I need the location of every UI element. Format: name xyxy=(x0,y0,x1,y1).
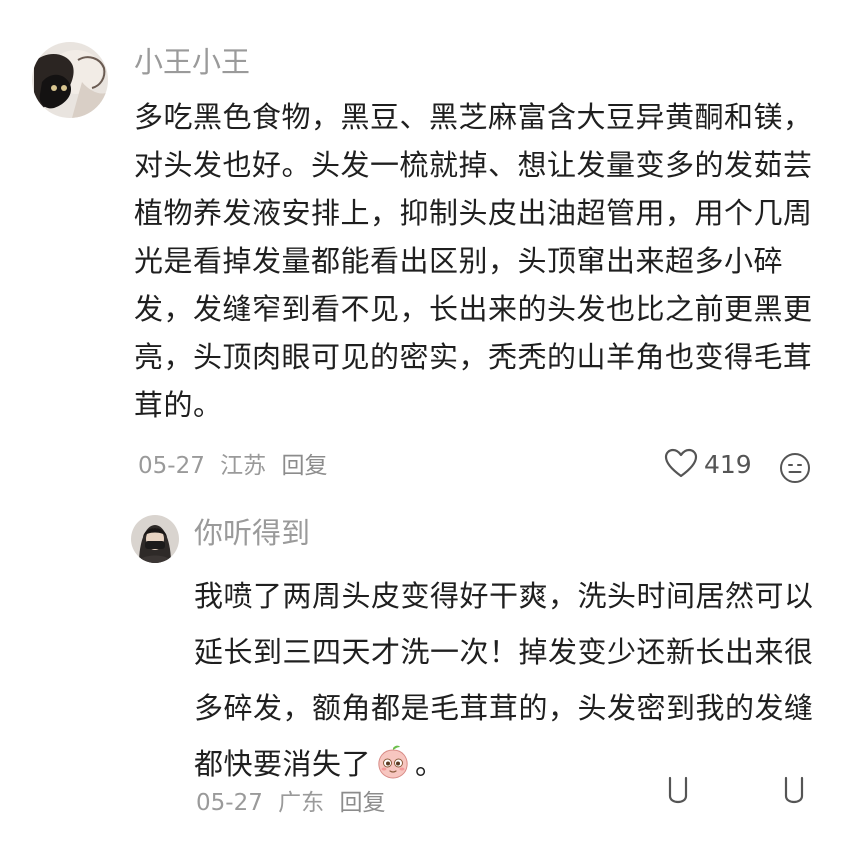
like-icon xyxy=(784,776,804,804)
heart-outline-icon xyxy=(664,448,698,478)
like-button[interactable]: 419 xyxy=(664,448,752,480)
reply-text: 我喷了两周头皮变得好干爽，洗头时间居然可以延长到三四天才洗一次！掉发变少还新长出… xyxy=(194,568,824,792)
comment-meta: 05-27 江苏 回复 xyxy=(138,451,335,481)
reply-item: 你听得到 我喷了两周头皮变得好干爽，洗头时间居然可以延长到三四天才洗一次！掉发变… xyxy=(0,500,868,845)
dislike-icon xyxy=(668,776,688,804)
comment-text: 多吃黑色食物，黑豆、黑芝麻富含大豆异黄酮和镁，对头发也好。头发一梳就掉、想让发量… xyxy=(134,100,813,422)
peach-cheeky-emoji xyxy=(375,742,411,779)
like-count: 419 xyxy=(704,449,752,479)
reply-avatar[interactable] xyxy=(131,515,179,563)
reply-username[interactable]: 你听得到 xyxy=(194,515,310,551)
reply-dislike-button[interactable] xyxy=(664,776,692,812)
reply-location: 广东 xyxy=(278,790,325,816)
reply-text-tail: 。 xyxy=(415,747,445,781)
avatar[interactable] xyxy=(32,42,108,118)
reply-button[interactable]: 回复 xyxy=(281,453,327,479)
emoji-icon xyxy=(780,453,810,483)
comment-date: 05-27 xyxy=(138,453,205,479)
reply-avatar-image xyxy=(131,515,179,563)
emoji-reaction-button[interactable] xyxy=(778,451,812,485)
comment-username[interactable]: 小王小王 xyxy=(134,44,250,80)
reply-reply-button[interactable]: 回复 xyxy=(339,790,385,816)
reply-date: 05-27 xyxy=(196,790,263,816)
comment-location: 江苏 xyxy=(220,453,267,479)
reply-like-button[interactable] xyxy=(780,776,808,812)
avatar-image xyxy=(32,42,108,118)
reply-text-main: 我喷了两周头皮变得好干爽，洗头时间居然可以延长到三四天才洗一次！掉发变少还新长出… xyxy=(194,579,814,781)
comment-item: 小王小王 多吃黑色食物，黑豆、黑芝麻富含大豆异黄酮和镁，对头发也好。头发一梳就掉… xyxy=(0,0,868,500)
reply-meta: 05-27 广东 回复 xyxy=(196,788,393,818)
